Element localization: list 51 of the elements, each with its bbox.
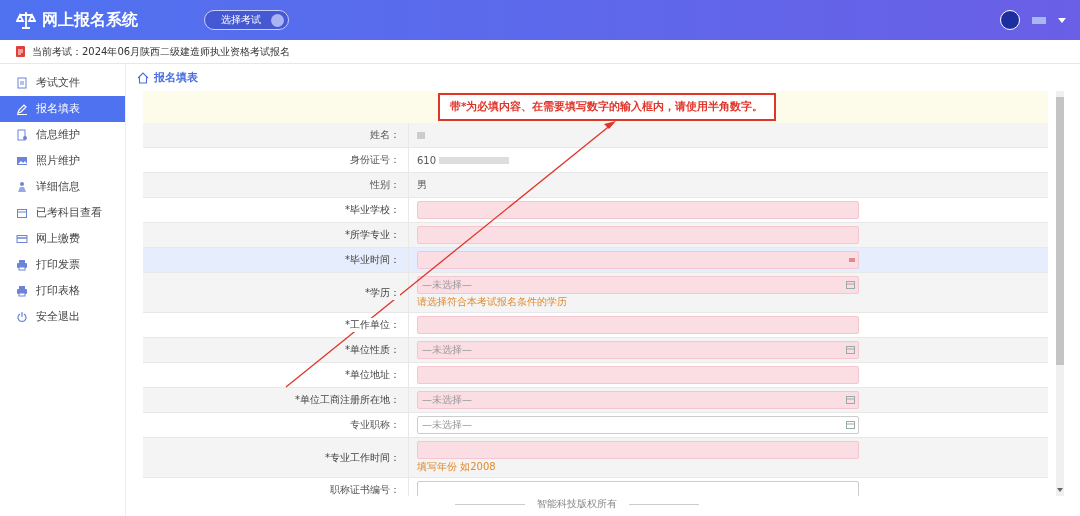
app-title: 网上报名系统 (42, 9, 138, 31)
input-field[interactable] (417, 201, 859, 219)
field-label: *学历： (363, 285, 400, 300)
field-value: 男 (417, 178, 427, 192)
scroll-down-icon[interactable] (1057, 488, 1063, 492)
calendar-icon (846, 346, 855, 354)
sidebar-item[interactable]: 打印发票 (0, 252, 125, 278)
sidebar-item[interactable]: 信息维护 (0, 122, 125, 148)
input-field[interactable] (417, 481, 859, 496)
printer-icon (16, 259, 28, 271)
power-icon (16, 311, 28, 323)
calendar-icon (846, 396, 855, 404)
clear-icon[interactable] (849, 258, 855, 262)
scrollbar[interactable] (1056, 91, 1064, 496)
scales-icon (16, 11, 36, 29)
sidebar-item[interactable]: 打印表格 (0, 278, 125, 304)
footer-text: 智能科技版权所有 (537, 497, 617, 511)
current-exam-text: 当前考试：2024年06月陕西二级建造师执业资格考试报名 (32, 44, 291, 59)
pencil-icon (16, 103, 28, 115)
input-field[interactable] (417, 366, 859, 384)
sidebar-item[interactable]: 报名填表 (0, 96, 125, 122)
calendar-icon (846, 421, 855, 429)
form-icon (16, 129, 28, 141)
caret-icon[interactable] (1058, 17, 1066, 23)
document-icon (16, 77, 28, 89)
sidebar-item[interactable]: 安全退出 (0, 304, 125, 330)
calendar-icon (846, 281, 855, 289)
person-icon (16, 181, 28, 193)
input-field[interactable] (417, 441, 859, 459)
field-hint: 填写年份 如2008 (417, 460, 496, 474)
field-value: 610 (417, 154, 437, 166)
sidebar-item[interactable]: 照片维护 (0, 148, 125, 174)
notice-callout: 带*为必填内容、在需要填写数字的输入框内，请使用半角数字。 (438, 93, 776, 121)
sidebar-item[interactable]: 考试文件 (0, 70, 125, 96)
home-icon (137, 71, 149, 84)
date-field[interactable] (417, 251, 859, 269)
card-icon (16, 233, 28, 245)
field-hint: 请选择符合本考试报名条件的学历 (417, 295, 567, 309)
input-field[interactable] (417, 316, 859, 334)
printer-icon (16, 285, 28, 297)
input-field[interactable] (417, 226, 859, 244)
sidebar-item[interactable]: 详细信息 (0, 174, 125, 200)
calendar-icon (16, 207, 28, 219)
sidebar-item[interactable]: 网上缴费 (0, 226, 125, 252)
sidebar-item[interactable]: 已考科目查看 (0, 200, 125, 226)
document-icon (16, 46, 25, 57)
image-icon (16, 155, 28, 167)
select-exam-button[interactable]: 选择考试 (204, 10, 289, 30)
page-title: 报名填表 (154, 70, 198, 85)
avatar-icon[interactable] (1000, 10, 1020, 30)
username-placeholder (1032, 16, 1046, 24)
